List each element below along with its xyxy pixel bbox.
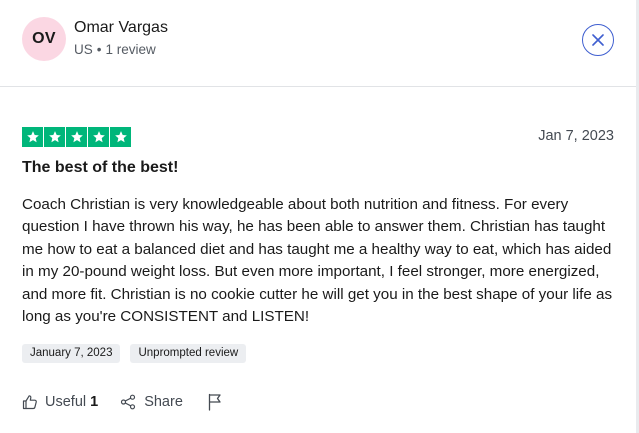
star-icon (48, 131, 61, 143)
reviewer-header: OV Omar Vargas US • 1 review (0, 0, 636, 87)
star-icon (70, 131, 83, 143)
star-icon (26, 131, 39, 143)
review-title: The best of the best! (22, 159, 179, 176)
share-button[interactable]: Share (120, 394, 183, 410)
share-label: Share (144, 394, 183, 410)
avatar-initials: OV (32, 30, 56, 47)
review-date: Jan 7, 2023 (538, 128, 614, 144)
avatar[interactable]: OV (22, 17, 66, 61)
reviewer-review-count: 1 review (105, 42, 156, 57)
star-icon (114, 131, 127, 143)
reviewer-country: US (74, 42, 93, 57)
useful-count: 1 (90, 394, 99, 410)
review-modal: OV Omar Vargas US • 1 review Jan 7, 2023… (0, 0, 639, 433)
reviewer-meta: US • 1 review (74, 42, 156, 57)
review-actions: Useful 1 Share (22, 393, 223, 411)
useful-button[interactable]: Useful 1 (22, 394, 98, 410)
star-4 (88, 127, 109, 147)
tag-unprompted: Unprompted review (130, 344, 247, 363)
review-body: Coach Christian is very knowledgeable ab… (22, 196, 613, 326)
thumbs-up-icon (22, 395, 37, 410)
close-button[interactable] (582, 24, 614, 56)
star-icon (92, 131, 105, 143)
report-button[interactable] (207, 393, 223, 411)
star-3 (66, 127, 87, 147)
star-rating (22, 127, 131, 147)
star-1 (22, 127, 43, 147)
star-5 (110, 127, 131, 147)
tag-date: January 7, 2023 (22, 344, 121, 363)
meta-separator: • (96, 42, 102, 57)
useful-label: Useful (45, 394, 87, 410)
share-icon (121, 394, 136, 410)
review-tags: January 7, 2023 Unprompted review (22, 344, 247, 363)
close-icon (592, 34, 604, 46)
reviewer-name[interactable]: Omar Vargas (74, 19, 168, 37)
star-2 (44, 127, 65, 147)
flag-icon (208, 393, 221, 411)
